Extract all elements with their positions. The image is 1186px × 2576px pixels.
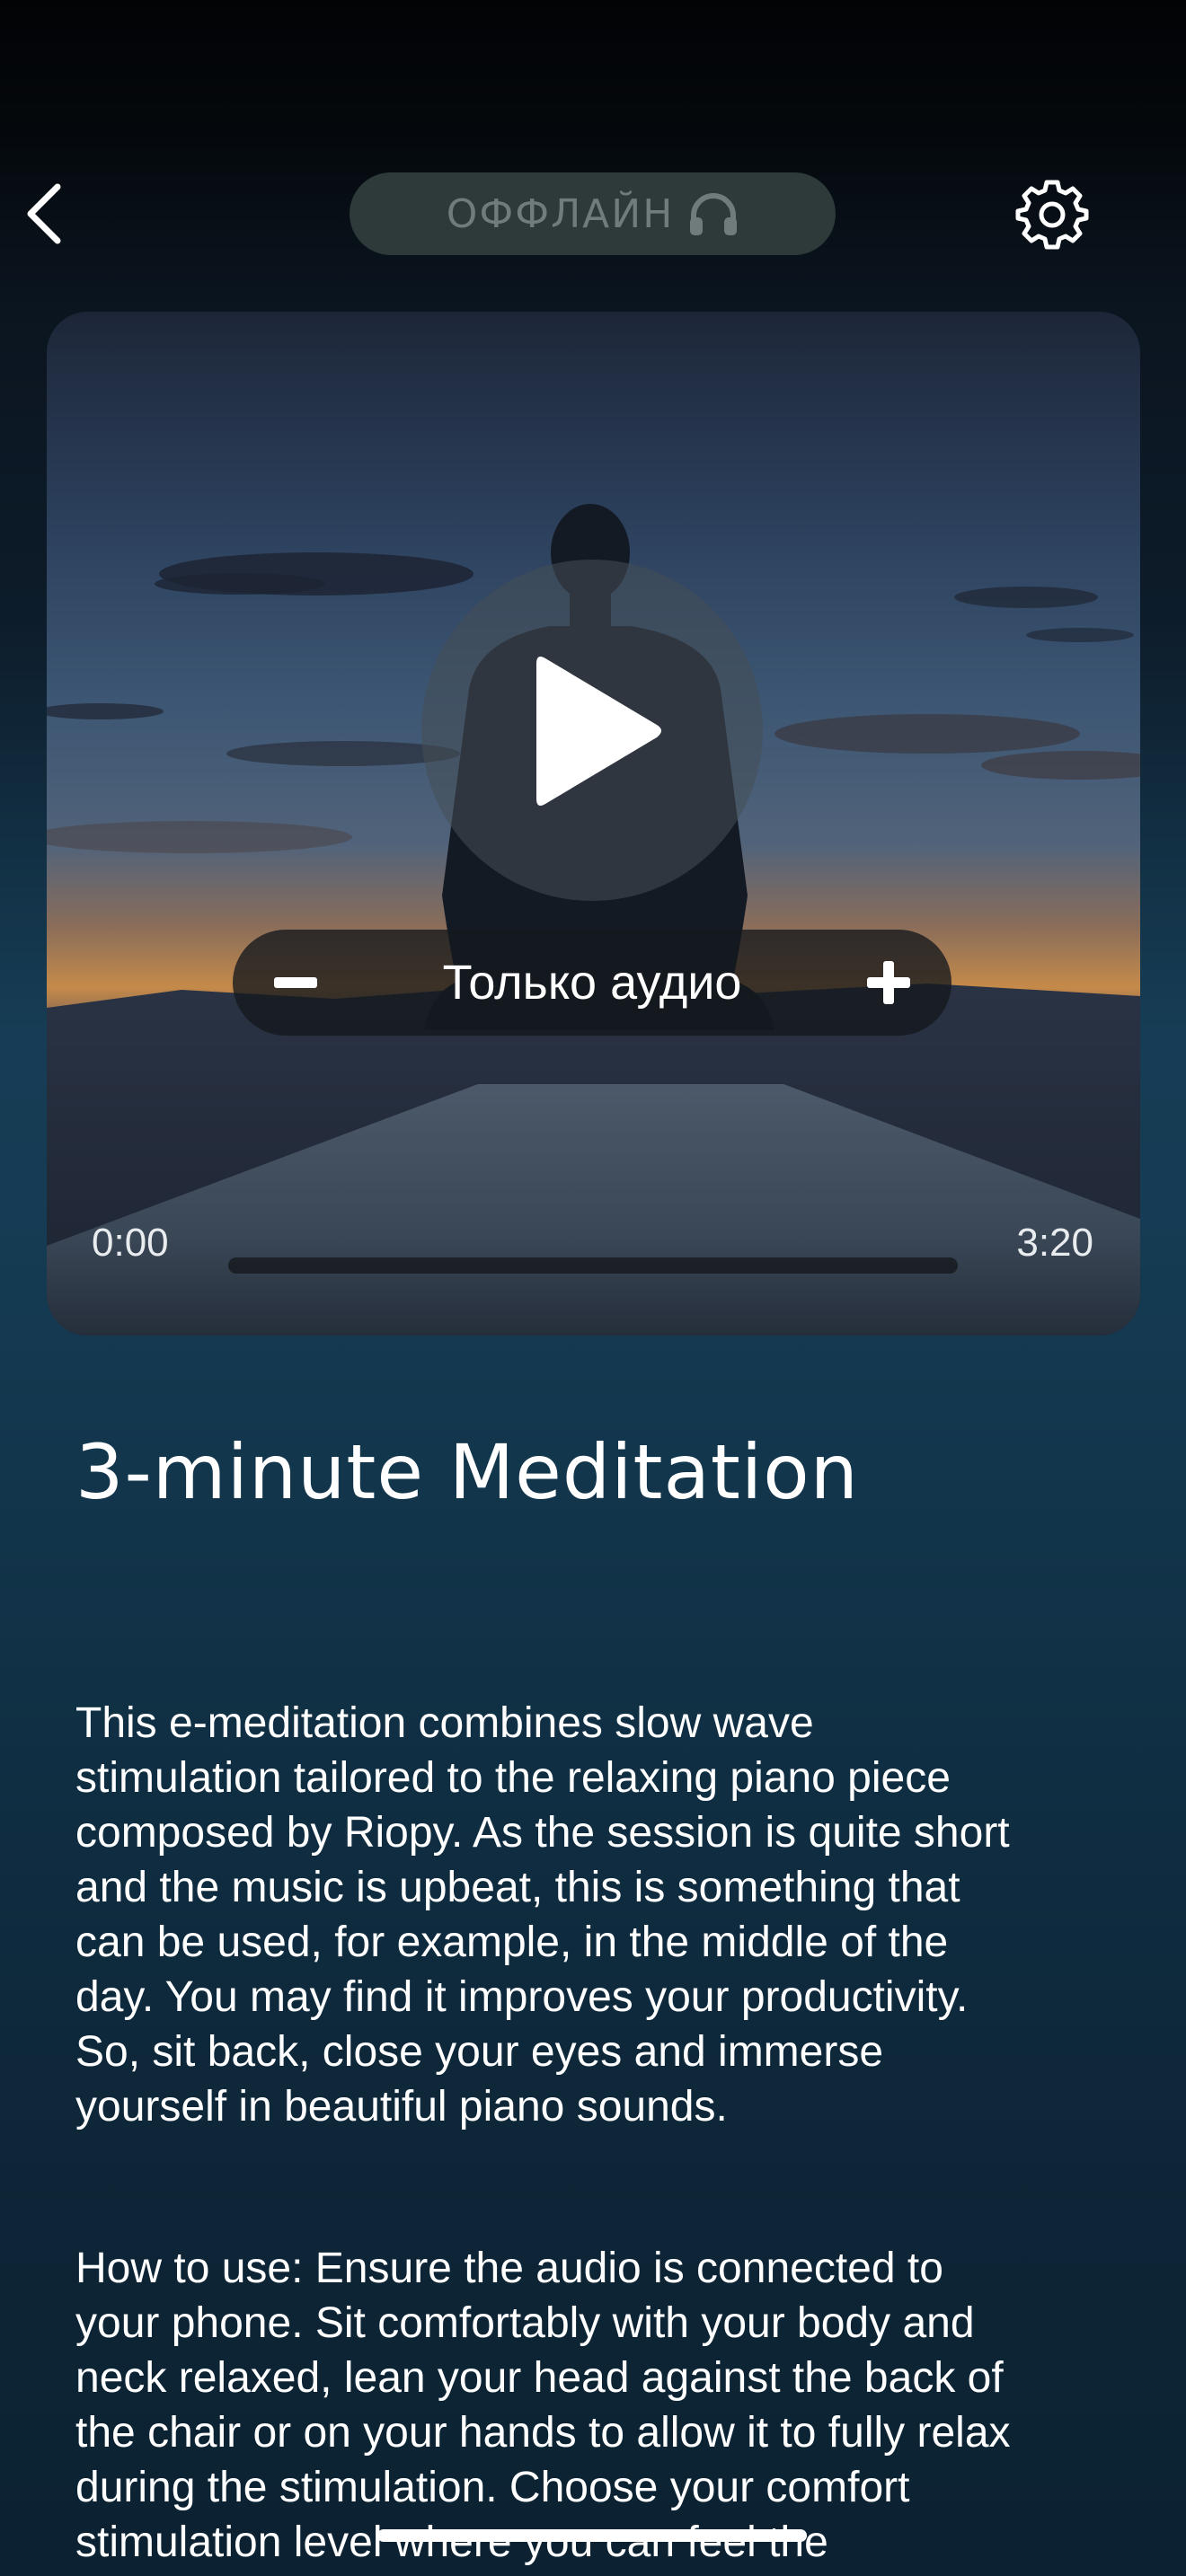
home-indicator[interactable]	[377, 2529, 807, 2542]
progress-slider[interactable]	[228, 1257, 958, 1274]
media-card: Только аудио 0:00 3:20	[47, 312, 1140, 1336]
description-line: and the music is upbeat, this is somethi…	[75, 1864, 960, 1911]
headphones-icon	[688, 190, 739, 237]
audio-mode-label: Только аудио	[442, 956, 742, 1010]
description-line: So, sit back, close your eyes and immers…	[75, 2028, 884, 2076]
play-icon	[536, 657, 661, 806]
plus-icon	[866, 961, 910, 1004]
play-button[interactable]	[421, 560, 763, 901]
how-to-use-text: How to use: Ensure the audio is connecte…	[75, 2241, 1154, 2570]
description-line: can be used, for example, in the middle …	[75, 1919, 949, 1966]
minus-button[interactable]	[233, 930, 358, 1036]
page-title: 3-minute Meditation	[75, 1428, 859, 1516]
offline-mode-pill[interactable]: ОФФЛАЙН	[350, 172, 836, 255]
chevron-left-icon	[27, 183, 61, 244]
description-line: yourself in beautiful piano sounds.	[75, 2083, 728, 2130]
description-text: This e-meditation combines slow wave sti…	[75, 1696, 1154, 2134]
total-time: 3:20	[1016, 1221, 1093, 1265]
how-to-line: the chair or on your hands to allow it t…	[75, 2409, 1011, 2457]
description-line: day. You may find it improves your produ…	[75, 1973, 969, 2021]
how-to-line: stimulation level where you can feel the	[75, 2519, 828, 2566]
offline-label: ОФФЛАЙН	[446, 190, 675, 237]
how-to-line: during the stimulation. Choose your comf…	[75, 2464, 910, 2511]
how-to-line: How to use: Ensure the audio is connecte…	[75, 2245, 943, 2292]
current-time: 0:00	[92, 1221, 169, 1265]
plus-button[interactable]	[826, 930, 951, 1036]
settings-button[interactable]	[1015, 178, 1089, 251]
minus-icon	[274, 977, 317, 988]
how-to-line: your phone. Sit comfortably with your bo…	[75, 2299, 975, 2347]
how-to-line: neck relaxed, lean your head against the…	[75, 2354, 1004, 2402]
description-line: This e-meditation combines slow wave	[75, 1699, 814, 1747]
gear-icon	[1015, 180, 1089, 250]
audio-mode-selector: Только аудио	[233, 930, 951, 1036]
description-line: stimulation tailored to the relaxing pia…	[75, 1754, 951, 1802]
description-line: composed by Riopy. As the session is qui…	[75, 1809, 1010, 1857]
back-button[interactable]	[20, 180, 74, 248]
